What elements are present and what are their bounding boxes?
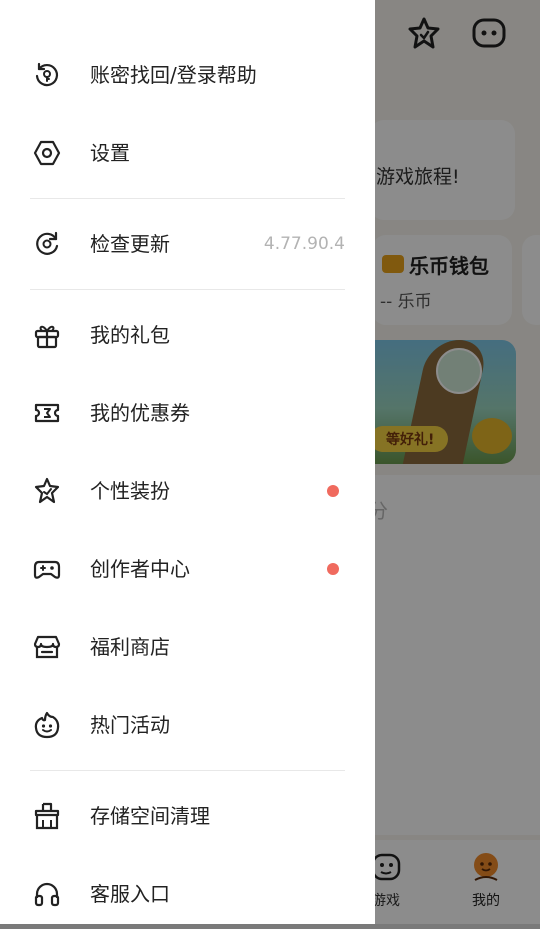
menu-item-customer-service[interactable]: 客服入口 <box>0 859 375 929</box>
menu-item-creator-center[interactable]: 创作者中心 <box>0 534 375 604</box>
notification-dot <box>327 563 339 575</box>
flame-face-icon <box>33 711 61 739</box>
menu-item-label: 热门活动 <box>90 713 170 737</box>
menu-item-label: 创作者中心 <box>90 557 190 581</box>
divider <box>30 289 345 290</box>
store-icon <box>33 633 61 661</box>
menu-item-label: 检查更新 <box>90 232 170 256</box>
menu-item-welfare-store[interactable]: 福利商店 <box>0 612 375 682</box>
menu-item-settings[interactable]: 设置 <box>0 118 375 188</box>
refresh-lock-icon <box>33 61 61 89</box>
menu-item-personalize[interactable]: 个性装扮 <box>0 456 375 526</box>
menu-item-label: 福利商店 <box>90 635 170 659</box>
menu-item-storage-clean[interactable]: 存储空间清理 <box>0 781 375 851</box>
gamepad-icon <box>33 555 61 583</box>
menu-item-hot-events[interactable]: 热门活动 <box>0 690 375 760</box>
divider <box>30 198 345 199</box>
star-badge-icon <box>33 477 61 505</box>
menu-item-label: 设置 <box>90 141 130 165</box>
menu-item-label: 个性装扮 <box>90 479 170 503</box>
menu-item-coupons[interactable]: 我的优惠券 <box>0 378 375 448</box>
divider <box>30 770 345 771</box>
menu-item-label: 我的礼包 <box>90 323 170 347</box>
menu-item-label: 我的优惠券 <box>90 401 190 425</box>
gift-icon <box>33 321 61 349</box>
ticket-icon <box>33 399 61 427</box>
headset-icon <box>33 880 61 908</box>
menu-item-gift-pack[interactable]: 我的礼包 <box>0 300 375 370</box>
menu-item-check-update[interactable]: 检查更新 4.77.90.4 <box>0 209 375 279</box>
menu-item-account-recovery[interactable]: 账密找回/登录帮助 <box>0 40 375 110</box>
settings-hexagon-icon <box>33 139 61 167</box>
side-drawer: 账密找回/登录帮助 设置 检查更新 4.77.90.4 我的礼包 我的优惠券 个… <box>0 0 375 924</box>
version-text: 4.77.90.4 <box>263 234 345 254</box>
menu-item-label: 账密找回/登录帮助 <box>90 63 257 87</box>
notification-dot <box>327 485 339 497</box>
menu-item-label: 存储空间清理 <box>90 804 210 828</box>
broom-icon <box>33 802 61 830</box>
menu-item-label: 客服入口 <box>90 882 170 906</box>
update-icon <box>33 230 61 258</box>
